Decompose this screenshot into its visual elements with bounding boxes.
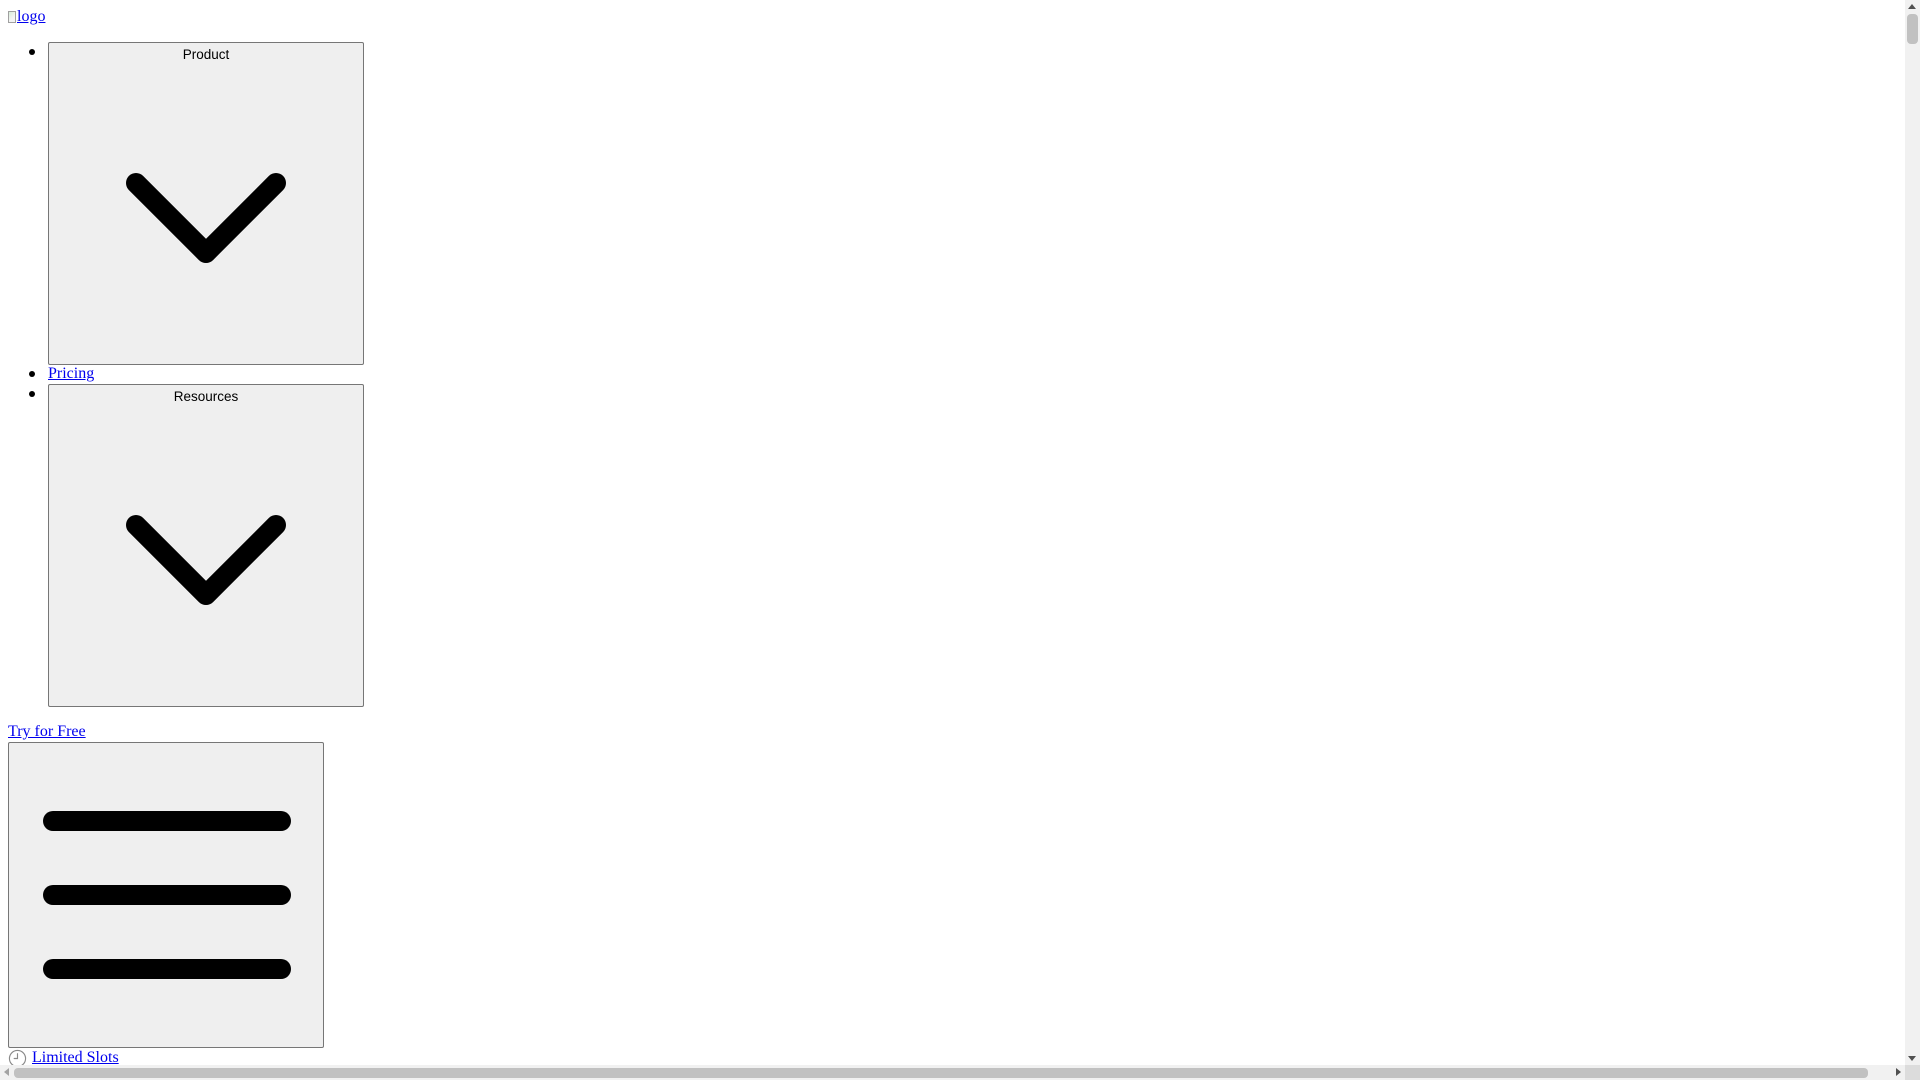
scroll-up-arrow-icon[interactable]	[1908, 4, 1916, 9]
list-bullet	[29, 391, 35, 397]
list-bullet	[29, 371, 35, 377]
menu-toggle-button[interactable]	[8, 742, 324, 1048]
product-dropdown-label: Product	[182, 47, 230, 62]
product-dropdown-button[interactable]: Product	[48, 42, 364, 365]
scrollbar-corner	[1905, 1065, 1920, 1080]
chevron-down-icon	[126, 515, 286, 605]
resources-dropdown-label: Resources	[173, 389, 239, 404]
logo-link[interactable]: logo	[8, 6, 45, 28]
vertical-scrollbar[interactable]	[1905, 0, 1920, 1065]
pricing-link[interactable]: Pricing	[48, 364, 94, 384]
broken-image-icon	[8, 11, 16, 23]
logo-alt-text: logo	[17, 8, 46, 25]
scroll-right-arrow-icon[interactable]	[1896, 1068, 1901, 1076]
hamburger-menu-icon	[43, 811, 291, 979]
vertical-scrollbar-thumb[interactable]	[1907, 14, 1918, 44]
scroll-down-arrow-icon[interactable]	[1908, 1056, 1916, 1061]
list-bullet	[29, 49, 35, 55]
horizontal-scrollbar[interactable]	[0, 1065, 1905, 1080]
scroll-left-arrow-icon[interactable]	[4, 1068, 9, 1076]
horizontal-scrollbar-thumb[interactable]	[14, 1068, 1868, 1078]
chevron-down-icon	[126, 173, 286, 263]
page: logo Product Pricing Resources Try for F…	[0, 0, 1920, 1080]
resources-dropdown-button[interactable]: Resources	[48, 384, 364, 707]
try-for-free-link[interactable]: Try for Free	[8, 722, 86, 742]
